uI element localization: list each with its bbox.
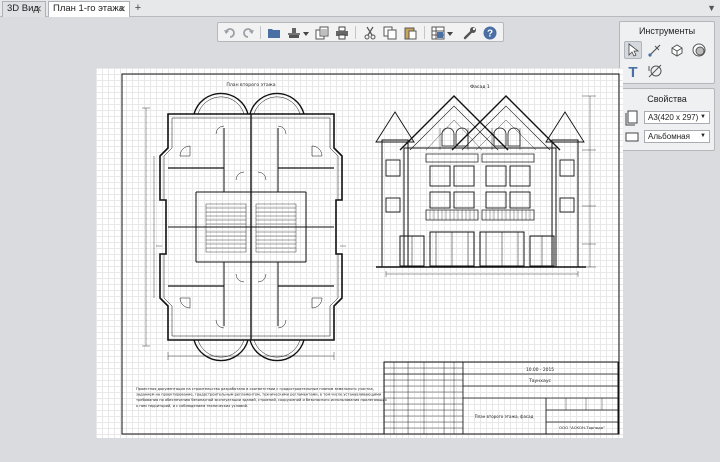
- paste-icon[interactable]: [402, 25, 418, 40]
- tab-list-chevron-icon[interactable]: ▼: [707, 1, 716, 16]
- tab-bar: 3D Вид ✕ План 1-го этажа ✕ + ▼: [0, 0, 720, 17]
- measure-icon[interactable]: [646, 41, 664, 59]
- title-block: 10.00 - 2015 Таунхаус План второго этажа…: [383, 361, 619, 435]
- svg-text:· ·: · ·: [140, 225, 144, 228]
- page-copy-icon[interactable]: [314, 25, 330, 40]
- help-glyph: ?: [487, 28, 493, 39]
- main-toolbar: ?: [217, 22, 504, 42]
- chevron-down-icon: ▼: [700, 114, 706, 120]
- folder-icon[interactable]: [266, 25, 282, 40]
- print-icon[interactable]: [334, 25, 350, 40]
- dimension-icon[interactable]: [646, 62, 664, 80]
- note-line: Проектная документация на строительство …: [136, 387, 374, 391]
- dropdown-icon[interactable]: [446, 25, 454, 40]
- select-arrow-icon[interactable]: [624, 41, 642, 59]
- hatch-icon[interactable]: [690, 41, 708, 59]
- facade-drawing: Фасад 1: [375, 84, 596, 277]
- add-tab-icon[interactable]: +: [132, 1, 144, 16]
- paper-size-icon: [625, 110, 639, 126]
- general-note: Проектная документация на строительство …: [136, 387, 388, 408]
- tab-floor-plan[interactable]: План 1-го этажа ✕: [48, 1, 130, 17]
- print-setup-icon[interactable]: [286, 25, 302, 40]
- close-icon[interactable]: ✕: [34, 2, 42, 16]
- note-line: требования по обеспечению безопасной экс…: [136, 398, 388, 402]
- title-name: Таунхаус: [528, 378, 552, 384]
- orientation-icon: [625, 130, 639, 144]
- note-line: к ним территорий, и с соблюдением технич…: [136, 404, 248, 408]
- orientation-value: Альбомная: [648, 132, 690, 141]
- drawing-sheet[interactable]: План второго этажа · · Фасад 1 Проектная…: [96, 68, 623, 438]
- dropdown-icon[interactable]: [302, 25, 310, 40]
- plan-title: План второго этажа: [226, 82, 275, 88]
- title-code: 10.00 - 2015: [526, 367, 554, 373]
- redo-icon[interactable]: [240, 25, 256, 40]
- tools-panel-title: Инструменты: [638, 26, 696, 36]
- chevron-down-icon: ▼: [700, 133, 706, 139]
- settings-wrench-icon[interactable]: [462, 25, 478, 40]
- properties-panel-title: Свойства: [647, 94, 687, 104]
- properties-panel: Свойства А3(420 x 297) ▼ Альбомная ▼: [619, 88, 715, 151]
- tools-panel: Инструменты T: [619, 21, 715, 84]
- text-tool-glyph: T: [628, 64, 637, 79]
- title-sheet-desc: План второго этажа, фасад: [475, 414, 534, 419]
- note-line: заданием на проектирование, градостроите…: [136, 393, 382, 397]
- undo-icon[interactable]: [222, 25, 238, 40]
- layers-icon[interactable]: [430, 25, 446, 40]
- copy-icon[interactable]: [382, 25, 398, 40]
- drawing-canvas: План второго этажа · · Фасад 1 Проектная…: [121, 73, 620, 435]
- paper-size-select[interactable]: А3(420 x 297) ▼: [644, 111, 710, 124]
- tab-3d-view[interactable]: 3D Вид ✕: [2, 1, 46, 17]
- close-icon[interactable]: ✕: [118, 2, 126, 16]
- tab-label: План 1-го этажа: [53, 3, 124, 14]
- help-icon[interactable]: ?: [482, 25, 498, 40]
- cut-icon[interactable]: [362, 25, 378, 40]
- floor-plan-drawing: План второго этажа · ·: [140, 82, 346, 362]
- facade-title: Фасад 1: [470, 84, 490, 90]
- shape-3d-icon[interactable]: [668, 41, 686, 59]
- orientation-select[interactable]: Альбомная ▼: [644, 130, 710, 143]
- paper-size-value: А3(420 x 297): [648, 113, 699, 122]
- text-icon[interactable]: T: [624, 62, 642, 80]
- title-company: ООО "АСКОН-Торнадо": [559, 425, 605, 430]
